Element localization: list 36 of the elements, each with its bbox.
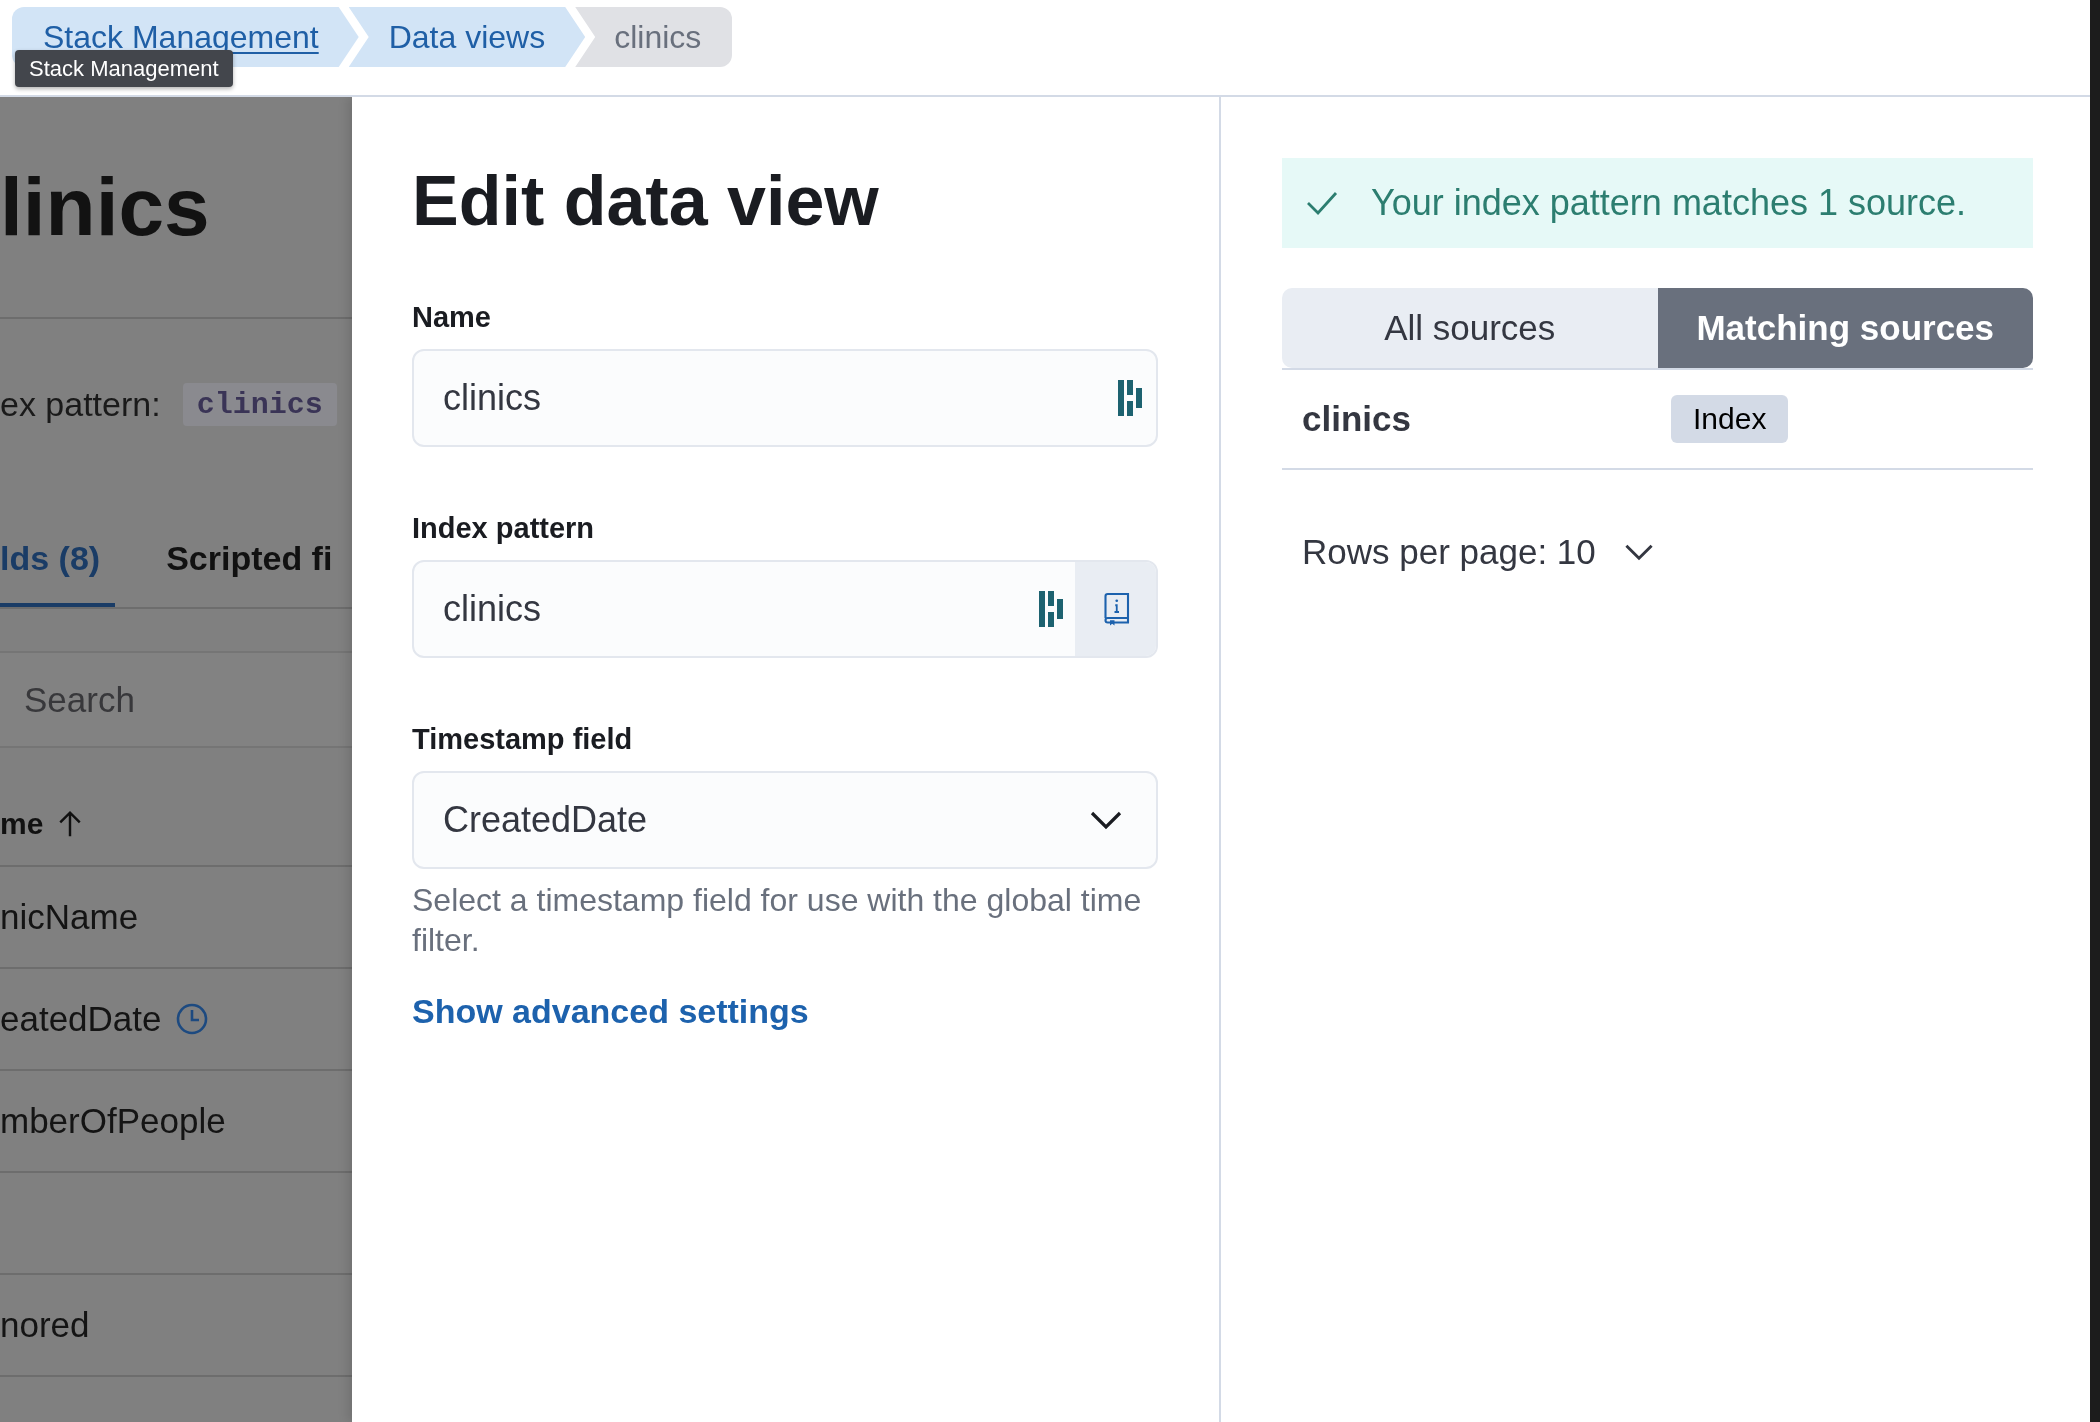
flyout-title: Edit data view (412, 161, 880, 242)
help-text: Select a timestamp field for use with the global time filter. (412, 881, 1143, 960)
table-cell: eatedDate (0, 999, 162, 1039)
type-badge: Index (1671, 395, 1789, 443)
breadcrumb-current: clinics (575, 7, 733, 67)
field-label: Timestamp field (412, 722, 634, 757)
text-field[interactable]: clinics (412, 560, 1158, 658)
clock-icon (175, 1003, 208, 1035)
callout-text: Your index pattern matches 1 source. (1371, 182, 1967, 224)
breadcrumb-link[interactable]: Data views (348, 7, 586, 67)
index-pattern-label: ex pattern: (0, 385, 161, 424)
table-cell: nored (0, 1305, 90, 1345)
check-icon (1306, 191, 1338, 215)
docs-button[interactable] (1075, 562, 1156, 656)
advanced-settings-link[interactable]: Show advanced settings (412, 993, 809, 1029)
tooltip: Stack Management (15, 50, 233, 87)
chevron-down-icon (1623, 543, 1654, 561)
tab[interactable]: All sources (1282, 288, 1658, 368)
timestamp-select[interactable]: CreatedDate (412, 771, 1158, 869)
table-cell: nicName (0, 897, 139, 937)
bars-icon (1039, 591, 1063, 627)
page-title: linics (0, 166, 211, 248)
index-pattern-code: clinics (182, 383, 337, 426)
field-label: Name (412, 300, 492, 335)
source-name: clinics (1302, 399, 1411, 438)
bars-icon (1118, 380, 1142, 416)
arrow-up-icon (57, 810, 84, 838)
rows-per-page-button[interactable]: Rows per page: 10 (1282, 532, 1654, 572)
chevron-down-icon (1090, 810, 1122, 830)
text-field[interactable]: clinics (412, 349, 1158, 447)
tab[interactable]: lds (8) (0, 513, 116, 607)
tab[interactable]: Matching sources (1657, 288, 2033, 368)
tab[interactable]: Scripted fi (166, 513, 348, 607)
field-label: Index pattern (412, 511, 596, 546)
table-cell: mberOfPeople (0, 1101, 226, 1141)
search-field[interactable]: Search (0, 651, 352, 748)
